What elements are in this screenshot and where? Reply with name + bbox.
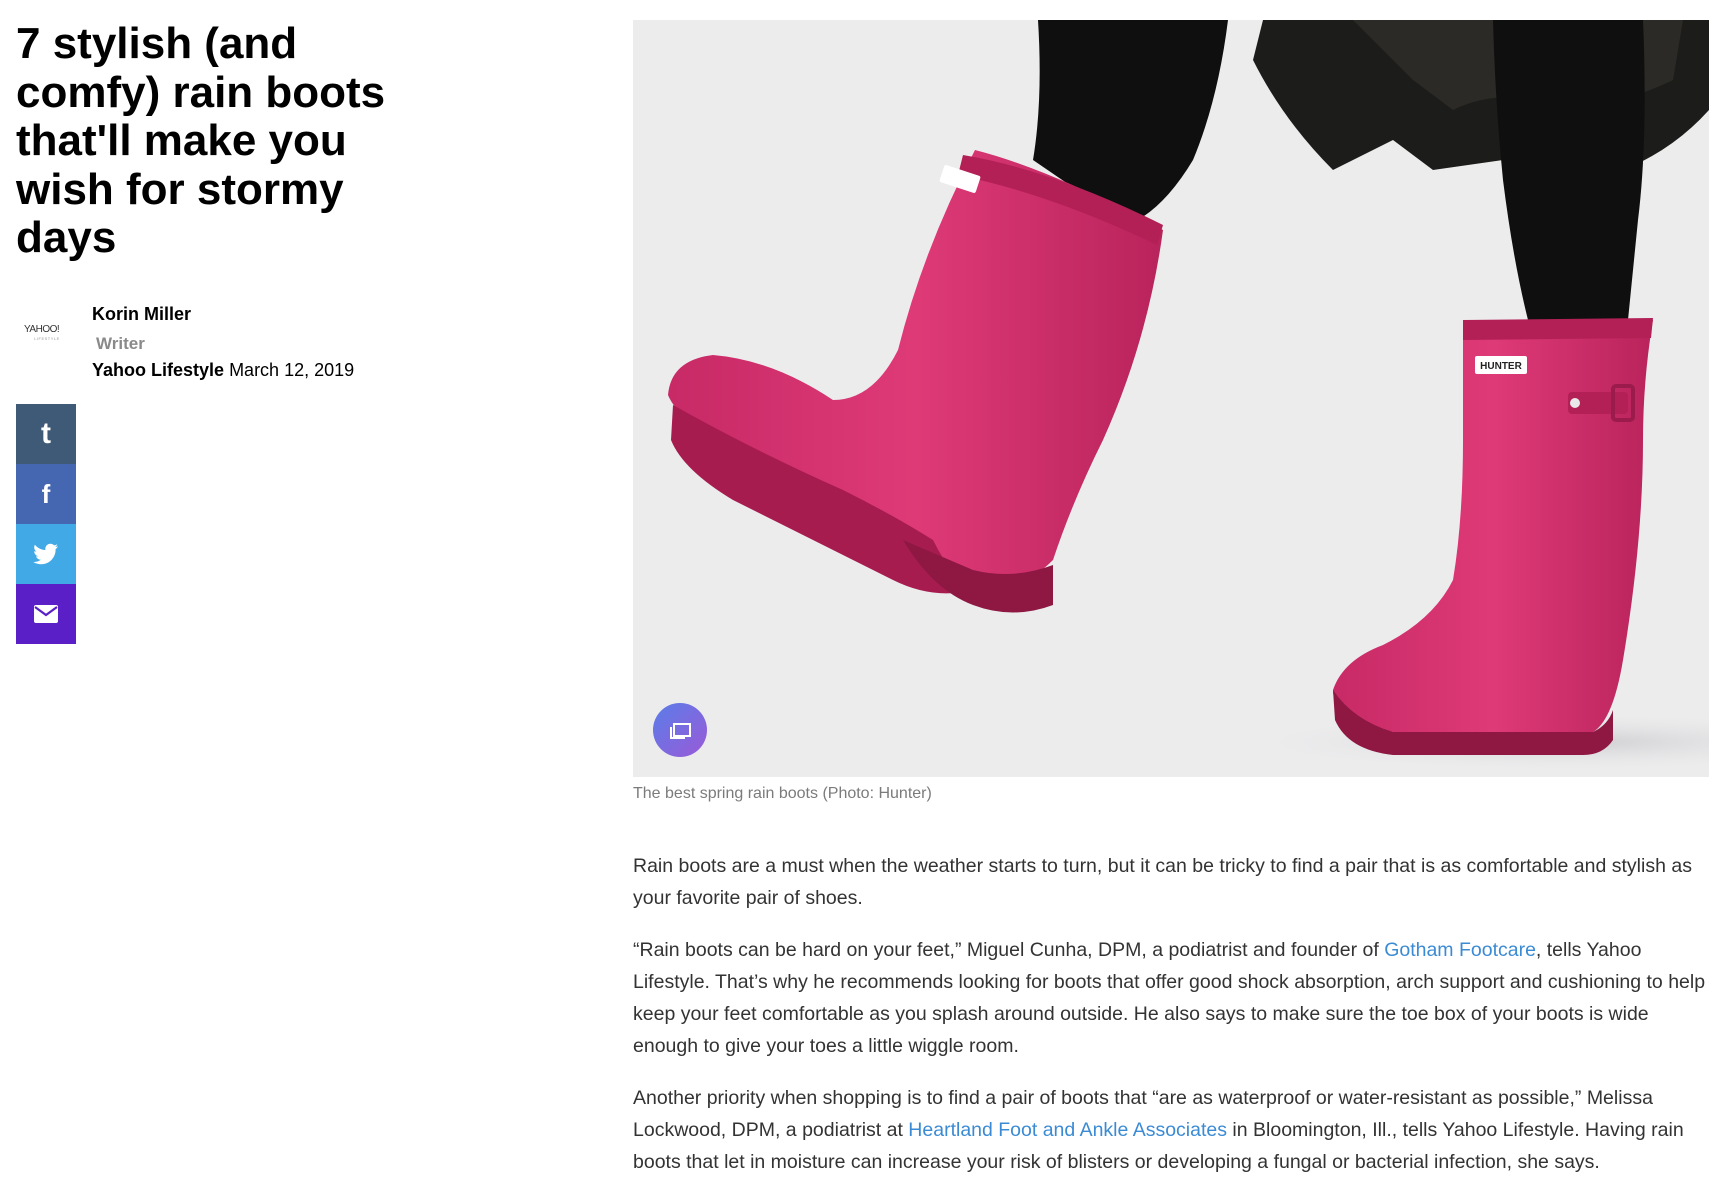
boot-brand-label: HUNTER (1480, 361, 1522, 372)
yahoo-lifestyle-logo: YAHOO! LIFESTYLE (24, 324, 70, 344)
share-email-button[interactable] (16, 584, 76, 644)
publisher-line: Yahoo Lifestyle March 12, 2019 (92, 360, 354, 381)
paragraph-2: “Rain boots can be hard on your feet,” M… (633, 934, 1709, 1062)
facebook-icon: f (41, 479, 51, 509)
article-headline: 7 stylish (and comfy) rain boots that'll… (16, 19, 386, 262)
author-role: Writer (96, 334, 145, 353)
share-twitter-button[interactable] (16, 524, 76, 584)
tumblr-icon: t (41, 417, 51, 450)
share-bar: t f (16, 404, 76, 644)
paragraph-3: Another priority when shopping is to fin… (633, 1082, 1709, 1178)
publish-date: March 12, 2019 (229, 360, 355, 380)
image-caption: The best spring rain boots (Photo: Hunte… (633, 785, 932, 802)
logo-text: YAHOO! (24, 324, 60, 335)
article-body: Rain boots are a must when the weather s… (633, 850, 1709, 1198)
author-name[interactable]: Korin Miller (92, 304, 191, 325)
publisher-name[interactable]: Yahoo Lifestyle (92, 360, 224, 380)
share-tumblr-button[interactable]: t (16, 404, 76, 464)
twitter-icon (33, 543, 58, 565)
byline: YAHOO! LIFESTYLE Korin Miller Writer Yah… (16, 300, 436, 390)
hero-image: HUNTER (633, 20, 1709, 777)
paragraph-2-text-before: “Rain boots can be hard on your feet,” M… (633, 939, 1385, 961)
gotham-footcare-link[interactable]: Gotham Footcare (1384, 939, 1536, 961)
paragraph-1: Rain boots are a must when the weather s… (633, 855, 1692, 909)
rain-boots-photo: HUNTER (633, 20, 1709, 777)
logo-subtext: LIFESTYLE (34, 336, 60, 341)
gallery-button[interactable] (653, 703, 707, 757)
gallery-icon (670, 723, 691, 739)
email-icon (34, 605, 58, 623)
share-facebook-button[interactable]: f (16, 464, 76, 524)
heartland-foot-ankle-link[interactable]: Heartland Foot and Ankle Associates (908, 1119, 1227, 1141)
